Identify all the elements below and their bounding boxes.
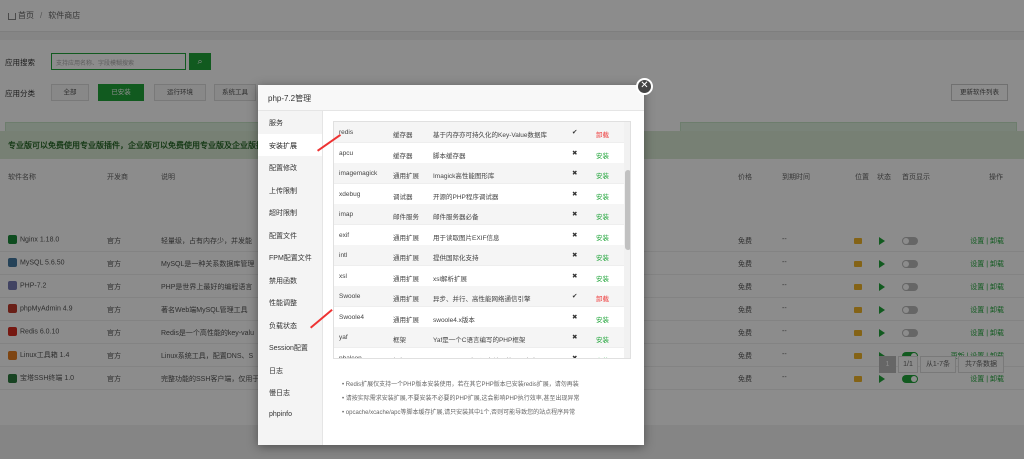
note-item: • 请按实际需求安装扩展,不要安装不必要的PHP扩展,这会影响PHP执行效率,甚… xyxy=(342,396,580,402)
extension-desc: phalcon是一个C语言编写的PHP框架 xyxy=(433,355,539,359)
extension-desc: 邮件服务器必备 xyxy=(433,214,479,221)
install-button[interactable]: 安装 xyxy=(596,355,609,359)
install-button[interactable]: 安装 xyxy=(596,191,609,201)
install-button[interactable]: 安装 xyxy=(596,314,609,324)
modal-tab[interactable]: 日志 xyxy=(258,359,322,382)
extension-desc: 开源的PHP程序调试器 xyxy=(433,193,499,201)
extension-name: imap xyxy=(339,211,354,218)
extension-name: xdebug xyxy=(339,190,361,198)
modal-tab[interactable]: FPM配置文件 xyxy=(258,246,322,269)
cross-icon: ✖ xyxy=(572,354,578,359)
modal-title: php-7.2管理 xyxy=(258,85,644,111)
extension-name: exif xyxy=(339,231,350,239)
php-manage-modal: php-7.2管理 服务 安装扩展 配置修改 上传限制 超时限制 配置文件 FPM配置文件禁… xyxy=(258,85,644,445)
extension-table: redis 缓存器 基于内存亦可持久化的Key-Value数据库 ✔ 卸载 apcu 缓存器… xyxy=(333,121,631,359)
cross-icon: ✖ xyxy=(572,313,578,321)
modal-tab[interactable]: 配置修改 xyxy=(258,156,322,179)
modal-tab[interactable]: phpinfo xyxy=(258,404,322,427)
extension-desc: 异步、并行、高性能网络通信引擎 xyxy=(433,296,531,303)
check-icon: ✔ xyxy=(572,129,578,136)
extension-type: 缓存器 xyxy=(393,152,413,160)
cross-icon: ✖ xyxy=(572,334,578,341)
extension-row: xdebug 调试器 开源的PHP程序调试器 ✖ 安装 xyxy=(334,184,624,205)
cross-icon: ✖ xyxy=(572,231,578,239)
extension-desc: 提供国际化支持 xyxy=(433,255,479,262)
extension-name: yaf xyxy=(339,334,348,341)
uninstall-button[interactable]: 卸载 xyxy=(596,293,609,303)
install-button[interactable]: 安装 xyxy=(596,232,609,242)
modal-tab[interactable]: 禁用函数 xyxy=(258,269,322,292)
extension-type: 邮件服务 xyxy=(393,214,419,221)
extension-row: xsl 通用扩展 xsl解析扩展 ✖ 安装 xyxy=(334,266,624,287)
extension-desc: 脚本缓存器 xyxy=(433,152,466,160)
modal-tab[interactable]: 服务 xyxy=(258,111,322,134)
extension-name: apcu xyxy=(339,149,354,157)
extension-row: Swoole 通用扩展 异步、并行、高性能网络通信引擎 ✔ 卸载 xyxy=(334,286,624,307)
extension-type: 框架 xyxy=(393,337,406,344)
extension-type: 通用扩展 xyxy=(393,173,419,180)
extension-row: apcu 缓存器 脚本缓存器 ✖ 安装 xyxy=(334,143,624,164)
extension-type: 通用扩展 xyxy=(393,296,419,303)
cross-icon: ✖ xyxy=(572,211,578,218)
extension-row: redis 缓存器 基于内存亦可持久化的Key-Value数据库 ✔ 卸载 xyxy=(334,122,624,143)
install-button[interactable]: 安装 xyxy=(596,273,609,283)
extension-type: 调试器 xyxy=(393,193,413,201)
install-button[interactable]: 安装 xyxy=(596,252,609,262)
extension-type: 通用扩展 xyxy=(393,316,419,324)
modal-tab[interactable]: 配置文件 xyxy=(258,224,322,247)
extension-row: intl 通用扩展 提供国际化支持 ✖ 安装 xyxy=(334,245,624,266)
extension-type: 通用扩展 xyxy=(393,255,419,262)
extension-name: intl xyxy=(339,252,348,259)
extension-row: exif 通用扩展 用于读取图片EXIF信息 ✖ 安装 xyxy=(334,225,624,246)
extension-name: Swoole xyxy=(339,293,361,300)
extension-notes: • Redis扩展仅支持一个PHP版本安装使用，若在其它PHP版本已安装redi… xyxy=(342,379,579,421)
extension-name: phalcon xyxy=(339,354,362,359)
extension-desc: 用于读取图片EXIF信息 xyxy=(433,234,500,242)
uninstall-button[interactable]: 卸载 xyxy=(596,129,609,139)
extension-desc: xsl解析扩展 xyxy=(433,275,467,283)
extension-row: yaf 框架 Yaf是一个C语言编写的PHP框架 ✖ 安装 xyxy=(334,327,624,348)
extension-type: 缓存器 xyxy=(393,132,413,139)
modal-tab[interactable]: 上传限制 xyxy=(258,179,322,202)
cross-icon: ✖ xyxy=(572,149,578,157)
extension-desc: 基于内存亦可持久化的Key-Value数据库 xyxy=(433,132,548,139)
extension-name: imagemagick xyxy=(339,170,378,177)
cross-icon: ✖ xyxy=(572,190,578,198)
install-button[interactable]: 安装 xyxy=(596,334,609,344)
modal-sidebar: 服务 安装扩展 配置修改 上传限制 超时限制 配置文件 FPM配置文件 禁用函数 性能调整 负载状… xyxy=(258,111,323,445)
note-item: • Redis扩展仅支持一个PHP版本安装使用，若在其它PHP版本已安装redi… xyxy=(342,382,579,388)
close-icon[interactable]: ✕ xyxy=(636,78,653,95)
scrollbar-thumb[interactable] xyxy=(625,170,630,250)
install-button[interactable]: 安装 xyxy=(596,211,609,221)
cross-icon: ✖ xyxy=(572,252,578,259)
modal-tab[interactable]: Session配置 xyxy=(258,336,322,359)
extension-desc: Imagick高性能图形库 xyxy=(433,173,495,180)
extension-type: 通用扩展 xyxy=(393,275,419,283)
extension-row: Swoole4 通用扩展 swoole4.x版本 ✖ 安装 xyxy=(334,307,624,328)
install-button[interactable]: 安装 xyxy=(596,150,609,160)
extension-type: 框架 xyxy=(393,355,406,359)
extension-type: 通用扩展 xyxy=(393,234,419,242)
extension-row: imap 邮件服务 邮件服务器必备 ✖ 安装 xyxy=(334,204,624,225)
extension-name: Swoole4 xyxy=(339,313,364,321)
extension-desc: swoole4.x版本 xyxy=(433,316,475,324)
install-button[interactable]: 安装 xyxy=(596,170,609,180)
modal-tab[interactable]: 安装扩展 xyxy=(258,133,322,156)
check-icon: ✔ xyxy=(572,293,578,300)
modal-tab[interactable]: 超时限制 xyxy=(258,201,322,224)
extension-desc: Yaf是一个C语言编写的PHP框架 xyxy=(433,337,526,344)
modal-tab[interactable]: 慢日志 xyxy=(258,381,322,404)
extension-row: phalcon 框架 phalcon是一个C语言编写的PHP框架 ✖ 安装 xyxy=(334,348,624,359)
extension-name: xsl xyxy=(339,272,347,280)
cross-icon: ✖ xyxy=(572,272,578,280)
extension-row: imagemagick 通用扩展 Imagick高性能图形库 ✖ 安装 xyxy=(334,163,624,184)
modal-tab[interactable]: 性能调整 xyxy=(258,291,322,314)
cross-icon: ✖ xyxy=(572,170,578,177)
note-item: • opcache/xcache/apc等脚本缓存扩展,请只安装其中1个,否则可… xyxy=(342,410,576,416)
